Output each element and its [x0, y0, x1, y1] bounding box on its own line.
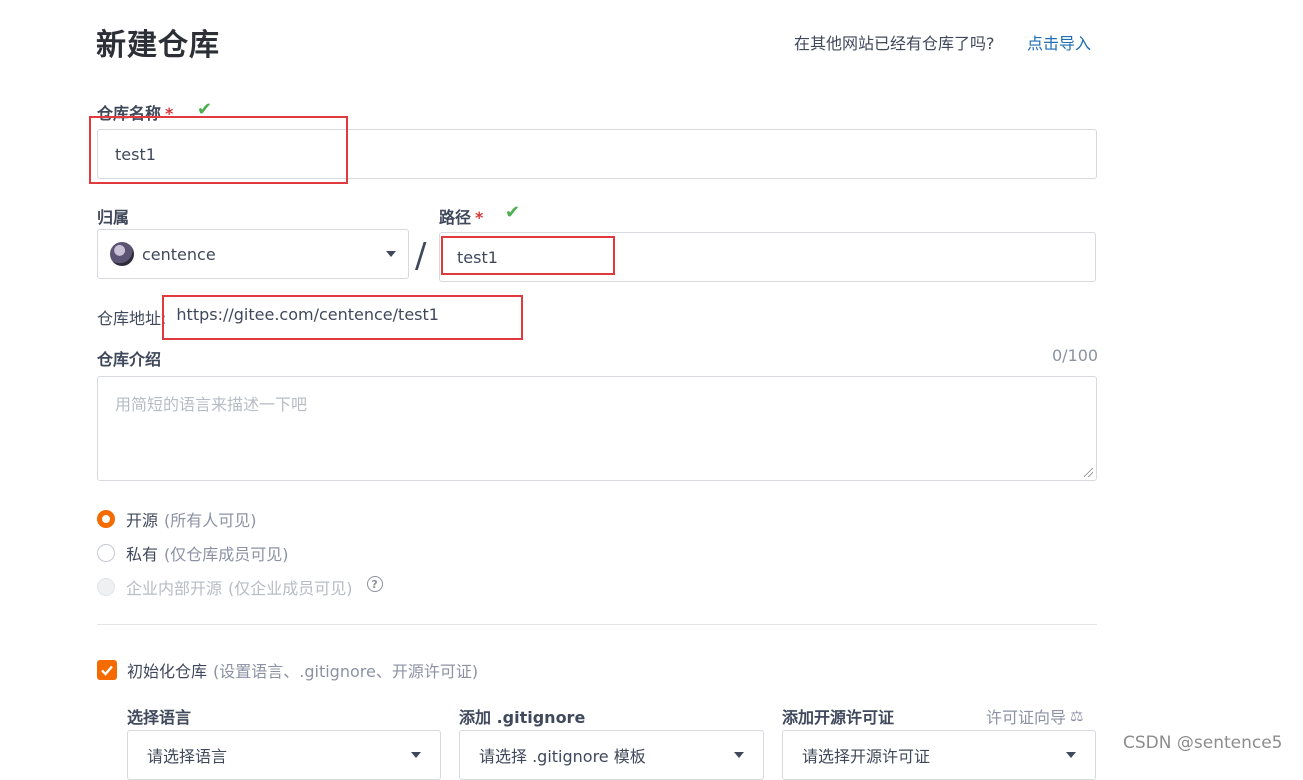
checkbox-checked-icon[interactable] [97, 660, 117, 680]
import-link[interactable]: 点击导入 [1027, 30, 1091, 54]
gitignore-select[interactable]: 请选择 .gitignore 模板 [459, 730, 764, 780]
description-textarea[interactable]: 用简短的语言来描述一下吧 [97, 376, 1097, 481]
owner-label: 归属 [97, 208, 130, 227]
page-title: 新建仓库 [96, 28, 220, 63]
watermark: CSDN @sentence5 [1123, 733, 1283, 753]
radio-selected-icon[interactable] [97, 510, 115, 528]
import-question: 在其他网站已经有仓库了吗? [794, 34, 995, 53]
radio-option-private[interactable]: 私有 (仅仓库成员可见) [97, 541, 289, 565]
path-label: 路径 * [439, 204, 483, 228]
radio-unselected-icon[interactable] [97, 544, 115, 562]
license-value: 请选择开源许可证 [802, 747, 931, 766]
radio-option-open[interactable]: 开源 (所有人可见) [97, 507, 257, 531]
radio-label: 开源 [126, 511, 159, 530]
repo-name-value: test1 [115, 144, 156, 164]
avatar [110, 242, 134, 266]
radio-sub-label: (仅仓库成员可见) [164, 545, 289, 564]
gitignore-value: 请选择 .gitignore 模板 [479, 747, 646, 766]
radio-label: 企业内部开源 [126, 579, 223, 598]
owner-select[interactable]: centence [97, 229, 409, 279]
description-placeholder: 用简短的语言来描述一下吧 [115, 395, 308, 414]
divider [97, 624, 1097, 625]
chevron-down-icon [411, 752, 421, 758]
radio-option-enterprise: 企业内部开源 (仅企业成员可见) ? [97, 575, 383, 599]
repo-address-label: 仓库地址: [97, 309, 167, 328]
license-guide-text: 许可证向导 [986, 708, 1067, 727]
resize-handle[interactable] [1084, 468, 1093, 477]
path-value: test1 [457, 247, 498, 267]
license-guide-link[interactable]: 许可证向导 ⚖ [986, 704, 1083, 728]
owner-value: centence [142, 244, 216, 264]
license-label: 添加开源许可证 [782, 708, 895, 727]
chevron-down-icon [386, 251, 396, 257]
description-counter: 0/100 [1052, 346, 1099, 365]
scale-icon: ⚖ [1070, 707, 1084, 725]
radio-sub-label: (仅企业成员可见) [228, 579, 353, 598]
init-repo-checkbox[interactable]: 初始化仓库 (设置语言、.gitignore、开源许可证) [97, 658, 478, 682]
language-select[interactable]: 请选择语言 [127, 730, 441, 780]
init-repo-label: 初始化仓库 [127, 662, 208, 681]
radio-sub-label: (所有人可见) [164, 511, 257, 530]
radio-label: 私有 [126, 545, 159, 564]
description-label: 仓库介绍 [97, 350, 162, 369]
repo-address: 仓库地址: https://gitee.com/centence/test1 [97, 305, 439, 329]
valid-check-icon: ✔ [505, 202, 521, 223]
language-value: 请选择语言 [147, 747, 228, 766]
license-select[interactable]: 请选择开源许可证 [782, 730, 1096, 780]
repo-name-label: 仓库名称 * [97, 100, 173, 124]
path-separator: / [415, 236, 427, 276]
path-label-text: 路径 [439, 208, 472, 227]
chevron-down-icon [734, 752, 744, 758]
chevron-down-icon [1066, 752, 1076, 758]
required-mark: * [165, 104, 174, 123]
init-repo-sub-label: (设置语言、.gitignore、开源许可证) [213, 662, 479, 681]
path-input[interactable]: test1 [439, 232, 1096, 282]
radio-disabled-icon [97, 578, 115, 596]
gitignore-label: 添加 .gitignore [459, 708, 586, 727]
valid-check-icon: ✔ [197, 99, 213, 120]
language-label: 选择语言 [127, 708, 192, 727]
repo-name-input[interactable]: test1 [97, 129, 1097, 179]
repo-name-label-text: 仓库名称 [97, 104, 162, 123]
required-mark: * [475, 208, 484, 227]
repo-address-url: https://gitee.com/centence/test1 [176, 305, 439, 324]
help-icon[interactable]: ? [366, 576, 383, 592]
